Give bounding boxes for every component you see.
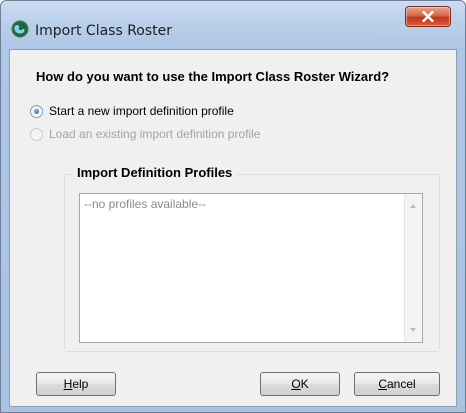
wizard-question: How do you want to use the Import Class … — [36, 69, 390, 84]
ok-button-mnemonic: O — [291, 377, 301, 391]
scroll-down-arrow-icon[interactable] — [410, 328, 416, 332]
profiles-groupbox: Import Definition Profiles --no profiles… — [64, 165, 440, 352]
dialog-window: Import Class Roster How do you want to u… — [0, 0, 466, 413]
scroll-up-arrow-icon[interactable] — [410, 204, 416, 208]
radio-button-checked[interactable] — [30, 104, 43, 118]
ok-button[interactable]: OK — [260, 372, 340, 396]
radio-new-profile[interactable]: Start a new import definition profile — [30, 104, 234, 118]
help-button-mnemonic: H — [63, 377, 73, 391]
list-empty-placeholder: --no profiles available-- — [84, 197, 207, 211]
close-button[interactable] — [405, 6, 451, 27]
radio-existing-profile-label: Load an existing import definition profi… — [49, 127, 261, 141]
ok-button-label: K — [300, 377, 309, 391]
profiles-group-label: Import Definition Profiles — [73, 165, 237, 180]
list-scrollbar[interactable] — [404, 194, 422, 342]
help-button[interactable]: Help — [36, 372, 116, 396]
profiles-listbox[interactable]: --no profiles available-- — [79, 193, 423, 343]
radio-existing-profile: Load an existing import definition profi… — [30, 127, 260, 141]
radio-new-profile-label[interactable]: Start a new import definition profile — [49, 104, 234, 118]
help-button-label: elp — [72, 377, 89, 391]
radio-button-disabled — [30, 127, 43, 141]
app-globe-icon — [11, 20, 29, 38]
cancel-button-label: ancel — [386, 377, 416, 391]
cancel-button-mnemonic: C — [378, 377, 387, 391]
dialog-body: How do you want to use the Import Class … — [9, 49, 457, 407]
title-bar[interactable]: Import Class Roster — [1, 1, 465, 49]
window-title: Import Class Roster — [35, 23, 173, 39]
cancel-button[interactable]: Cancel — [354, 372, 440, 396]
close-x-icon — [422, 11, 434, 22]
